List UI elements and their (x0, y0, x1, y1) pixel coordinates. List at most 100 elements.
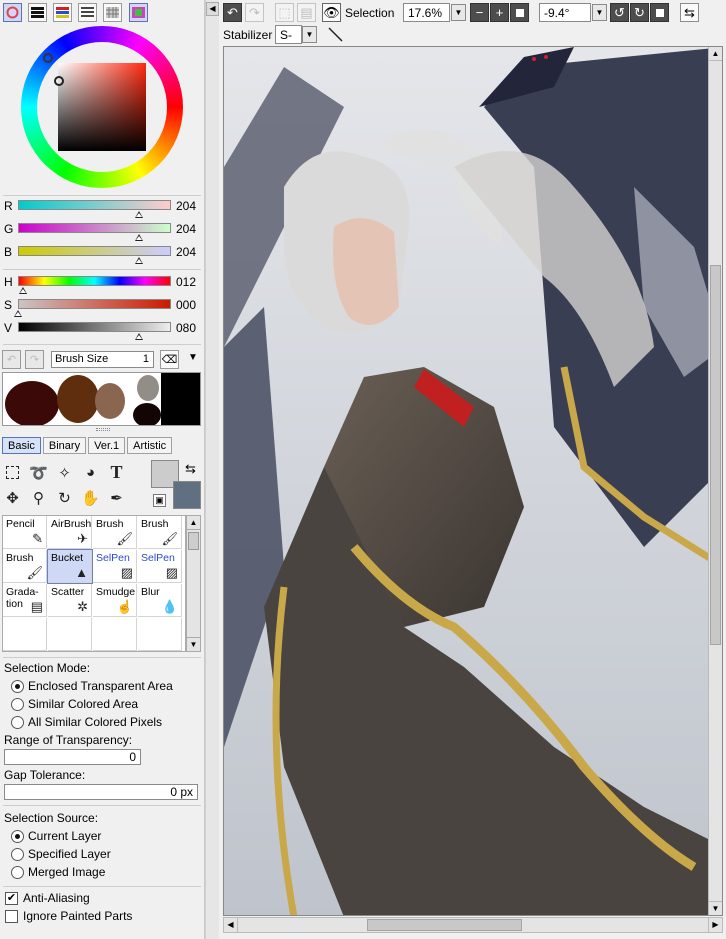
brush-slot-selpen[interactable]: SelPen ▨ (138, 550, 182, 583)
tab-ver1[interactable]: Ver.1 (88, 437, 126, 454)
hand-tool[interactable]: ✋ (80, 487, 101, 508)
stabilizer-field[interactable]: S-1 (275, 25, 302, 58)
rotate-tool[interactable]: ↻ (54, 487, 75, 508)
ignore-painted-checkbox[interactable] (5, 910, 18, 923)
straight-line-button[interactable] (326, 25, 345, 44)
eyedropper-tool[interactable]: ✒ (106, 487, 127, 508)
rotate-right-button[interactable]: ↻ (630, 3, 649, 22)
rotation-dropdown[interactable]: ▼ (592, 4, 607, 21)
s-slider[interactable] (18, 299, 171, 309)
brush-slot-empty[interactable] (3, 618, 47, 651)
brush-slot-brush[interactable]: Brush 🖌 (93, 516, 137, 549)
zoom-in-button[interactable]: + (490, 3, 509, 22)
scroll-thumb[interactable] (188, 532, 199, 550)
artwork-canvas[interactable] (224, 47, 723, 916)
radio-all-similar[interactable] (11, 716, 24, 729)
sv-marker[interactable] (54, 76, 64, 86)
palette-swatch[interactable] (95, 383, 125, 419)
undo-color-button[interactable]: ↶ (2, 350, 21, 369)
scroll-up-icon[interactable]: ▲ (709, 47, 722, 61)
palette-swatch[interactable] (5, 381, 59, 425)
brush-grid-scrollbar[interactable]: ▲ ▼ (186, 515, 201, 652)
rotate-left-button[interactable]: ↺ (610, 3, 629, 22)
brush-slot-pencil[interactable]: Pencil ✎ (3, 516, 47, 549)
brush-slot-smudge[interactable]: Smudge ☝ (93, 584, 137, 617)
vertical-scroll-thumb[interactable] (710, 265, 721, 645)
brush-slot-brush[interactable]: Brush 🖌 (138, 516, 182, 549)
swatch-mode-button[interactable] (78, 3, 97, 22)
transparent-color-toggle[interactable]: ▣ (153, 494, 166, 507)
radio-enclosed-transparent[interactable] (11, 680, 24, 693)
brush-slot-selpen[interactable]: SelPen ▨ (93, 550, 137, 583)
panel-splitter[interactable]: ◀ (205, 0, 219, 939)
radio-similar-colored[interactable] (11, 698, 24, 711)
eraser-toggle-button[interactable]: ⌫ (160, 350, 179, 369)
palette-mode-button[interactable] (129, 3, 148, 22)
brush-size-field[interactable]: Brush Size 1 (51, 351, 154, 368)
g-slider[interactable] (18, 223, 171, 233)
brush-slot-airbrush[interactable]: AirBrush ✈ (48, 516, 92, 549)
vertical-scrollbar[interactable]: ▲ ▼ (708, 47, 722, 915)
tab-artistic[interactable]: Artistic (127, 437, 173, 454)
zoom-tool[interactable]: ⚲ (28, 487, 49, 508)
h-slider[interactable] (18, 276, 171, 286)
brush-slot-empty[interactable] (48, 618, 92, 651)
undo-button[interactable]: ↶ (223, 3, 242, 22)
brush-slot-grada-tion[interactable]: Grada- tion ▤ (3, 584, 47, 617)
move-tool[interactable]: ✥ (2, 487, 23, 508)
zoom-reset-button[interactable] (510, 3, 529, 22)
swap-colors-icon[interactable]: ⇆ (185, 461, 196, 477)
color-wheel-mode-button[interactable] (3, 3, 22, 22)
rect-select-tool[interactable] (2, 462, 23, 483)
g-slider-handle[interactable] (134, 234, 143, 241)
scroll-up-icon[interactable]: ▲ (187, 516, 200, 530)
tab-basic[interactable]: Basic (2, 437, 41, 454)
s-slider-handle[interactable] (14, 310, 22, 317)
saturation-value-square[interactable] (54, 63, 146, 151)
stabilizer-dropdown[interactable]: ▼ (302, 26, 317, 43)
h-slider-handle[interactable] (18, 287, 27, 294)
redo-color-button[interactable]: ↷ (25, 350, 44, 369)
horizontal-scroll-thumb[interactable] (367, 919, 522, 931)
dropdown-arrow-icon[interactable]: ▼ (188, 352, 198, 363)
b-slider[interactable] (18, 246, 171, 256)
scroll-left-icon[interactable]: ◀ (224, 918, 238, 932)
brush-slot-scatter[interactable]: Scatter ✲ (48, 584, 92, 617)
panel-grip[interactable] (96, 428, 110, 431)
radio-current-layer[interactable] (11, 830, 24, 843)
anti-aliasing-checkbox[interactable]: ✔ (5, 892, 18, 905)
range-transparency-input[interactable]: 0 (4, 749, 141, 765)
zoom-field[interactable]: 17.6% (403, 3, 450, 22)
shape-tool[interactable]: ◕ (80, 462, 101, 483)
gap-tolerance-input[interactable]: 0 px (4, 784, 198, 800)
magic-wand-tool[interactable]: ✧ (54, 462, 75, 483)
palette-swatch[interactable] (137, 375, 159, 401)
invert-selection-button[interactable]: ▤ (297, 3, 316, 22)
r-slider[interactable] (18, 200, 171, 210)
palette-swatch[interactable] (161, 373, 200, 425)
r-slider-handle[interactable] (134, 211, 143, 218)
brush-slot-blur[interactable]: Blur 💧 (138, 584, 182, 617)
scroll-right-icon[interactable]: ▶ (708, 918, 722, 932)
horizontal-scrollbar[interactable]: ◀ ▶ (223, 917, 723, 933)
background-color[interactable] (173, 481, 201, 509)
v-slider-handle[interactable] (134, 333, 143, 340)
lasso-tool[interactable]: ➰ (28, 462, 49, 483)
rotate-reset-button[interactable] (650, 3, 669, 22)
tab-binary[interactable]: Binary (42, 437, 87, 454)
palette-swatch[interactable] (57, 375, 99, 423)
collapse-panel-icon[interactable]: ◀ (206, 2, 219, 16)
scroll-down-icon[interactable]: ▼ (709, 901, 722, 915)
hsv-slider-mode-button[interactable] (53, 3, 72, 22)
canvas-viewport[interactable] (223, 46, 723, 916)
radio-specified-layer[interactable] (11, 848, 24, 861)
color-palette[interactable] (2, 372, 201, 426)
hue-marker[interactable] (43, 53, 53, 63)
rgb-slider-mode-button[interactable] (28, 3, 47, 22)
deselect-button[interactable]: ⬚ (275, 3, 294, 22)
flip-horizontal-button[interactable]: ⇆ (680, 3, 699, 22)
text-tool[interactable]: T (106, 462, 127, 483)
brush-slot-empty[interactable] (93, 618, 137, 651)
radio-merged-image[interactable] (11, 866, 24, 879)
brush-slot-bucket[interactable]: Bucket ▲ (47, 549, 93, 584)
